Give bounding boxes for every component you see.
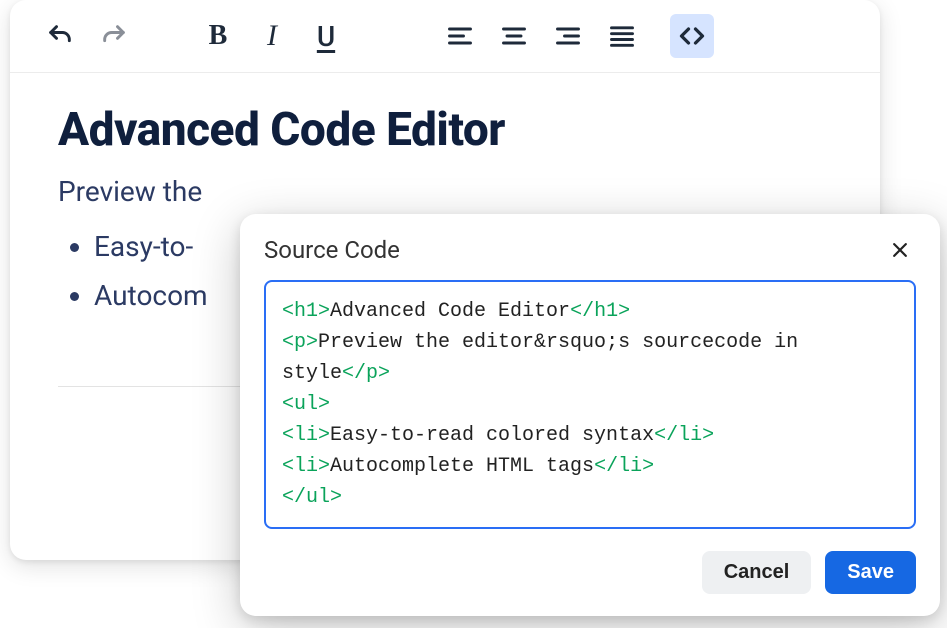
align-right-icon bbox=[554, 22, 582, 50]
source-code-textarea[interactable]: <h1>Advanced Code Editor</h1> <p>Preview… bbox=[264, 280, 916, 529]
bold-button[interactable]: B bbox=[196, 14, 240, 58]
document-heading: Advanced Code Editor bbox=[58, 103, 832, 157]
close-icon bbox=[890, 240, 910, 260]
dialog-footer: Cancel Save bbox=[264, 551, 916, 594]
format-group: B I U bbox=[196, 14, 348, 58]
align-right-button[interactable] bbox=[546, 14, 590, 58]
align-left-icon bbox=[446, 22, 474, 50]
save-button[interactable]: Save bbox=[825, 551, 916, 594]
redo-icon bbox=[100, 22, 128, 50]
cancel-button[interactable]: Cancel bbox=[702, 551, 812, 594]
undo-icon bbox=[46, 22, 74, 50]
undo-button[interactable] bbox=[38, 14, 82, 58]
document-paragraph: Preview the bbox=[58, 175, 832, 208]
toolbar: B I U bbox=[10, 0, 880, 73]
align-group bbox=[438, 14, 644, 58]
align-center-icon bbox=[500, 22, 528, 50]
align-justify-button[interactable] bbox=[600, 14, 644, 58]
dialog-header: Source Code bbox=[264, 234, 916, 266]
align-justify-icon bbox=[608, 22, 636, 50]
align-center-button[interactable] bbox=[492, 14, 536, 58]
underline-button[interactable]: U bbox=[304, 14, 348, 58]
redo-button[interactable] bbox=[92, 14, 136, 58]
history-group bbox=[38, 14, 136, 58]
align-left-button[interactable] bbox=[438, 14, 482, 58]
italic-button[interactable]: I bbox=[250, 14, 294, 58]
dialog-title: Source Code bbox=[264, 236, 400, 264]
source-code-button[interactable] bbox=[670, 14, 714, 58]
code-icon bbox=[678, 22, 706, 50]
close-button[interactable] bbox=[884, 234, 916, 266]
source-code-dialog: Source Code <h1>Advanced Code Editor</h1… bbox=[240, 214, 940, 616]
